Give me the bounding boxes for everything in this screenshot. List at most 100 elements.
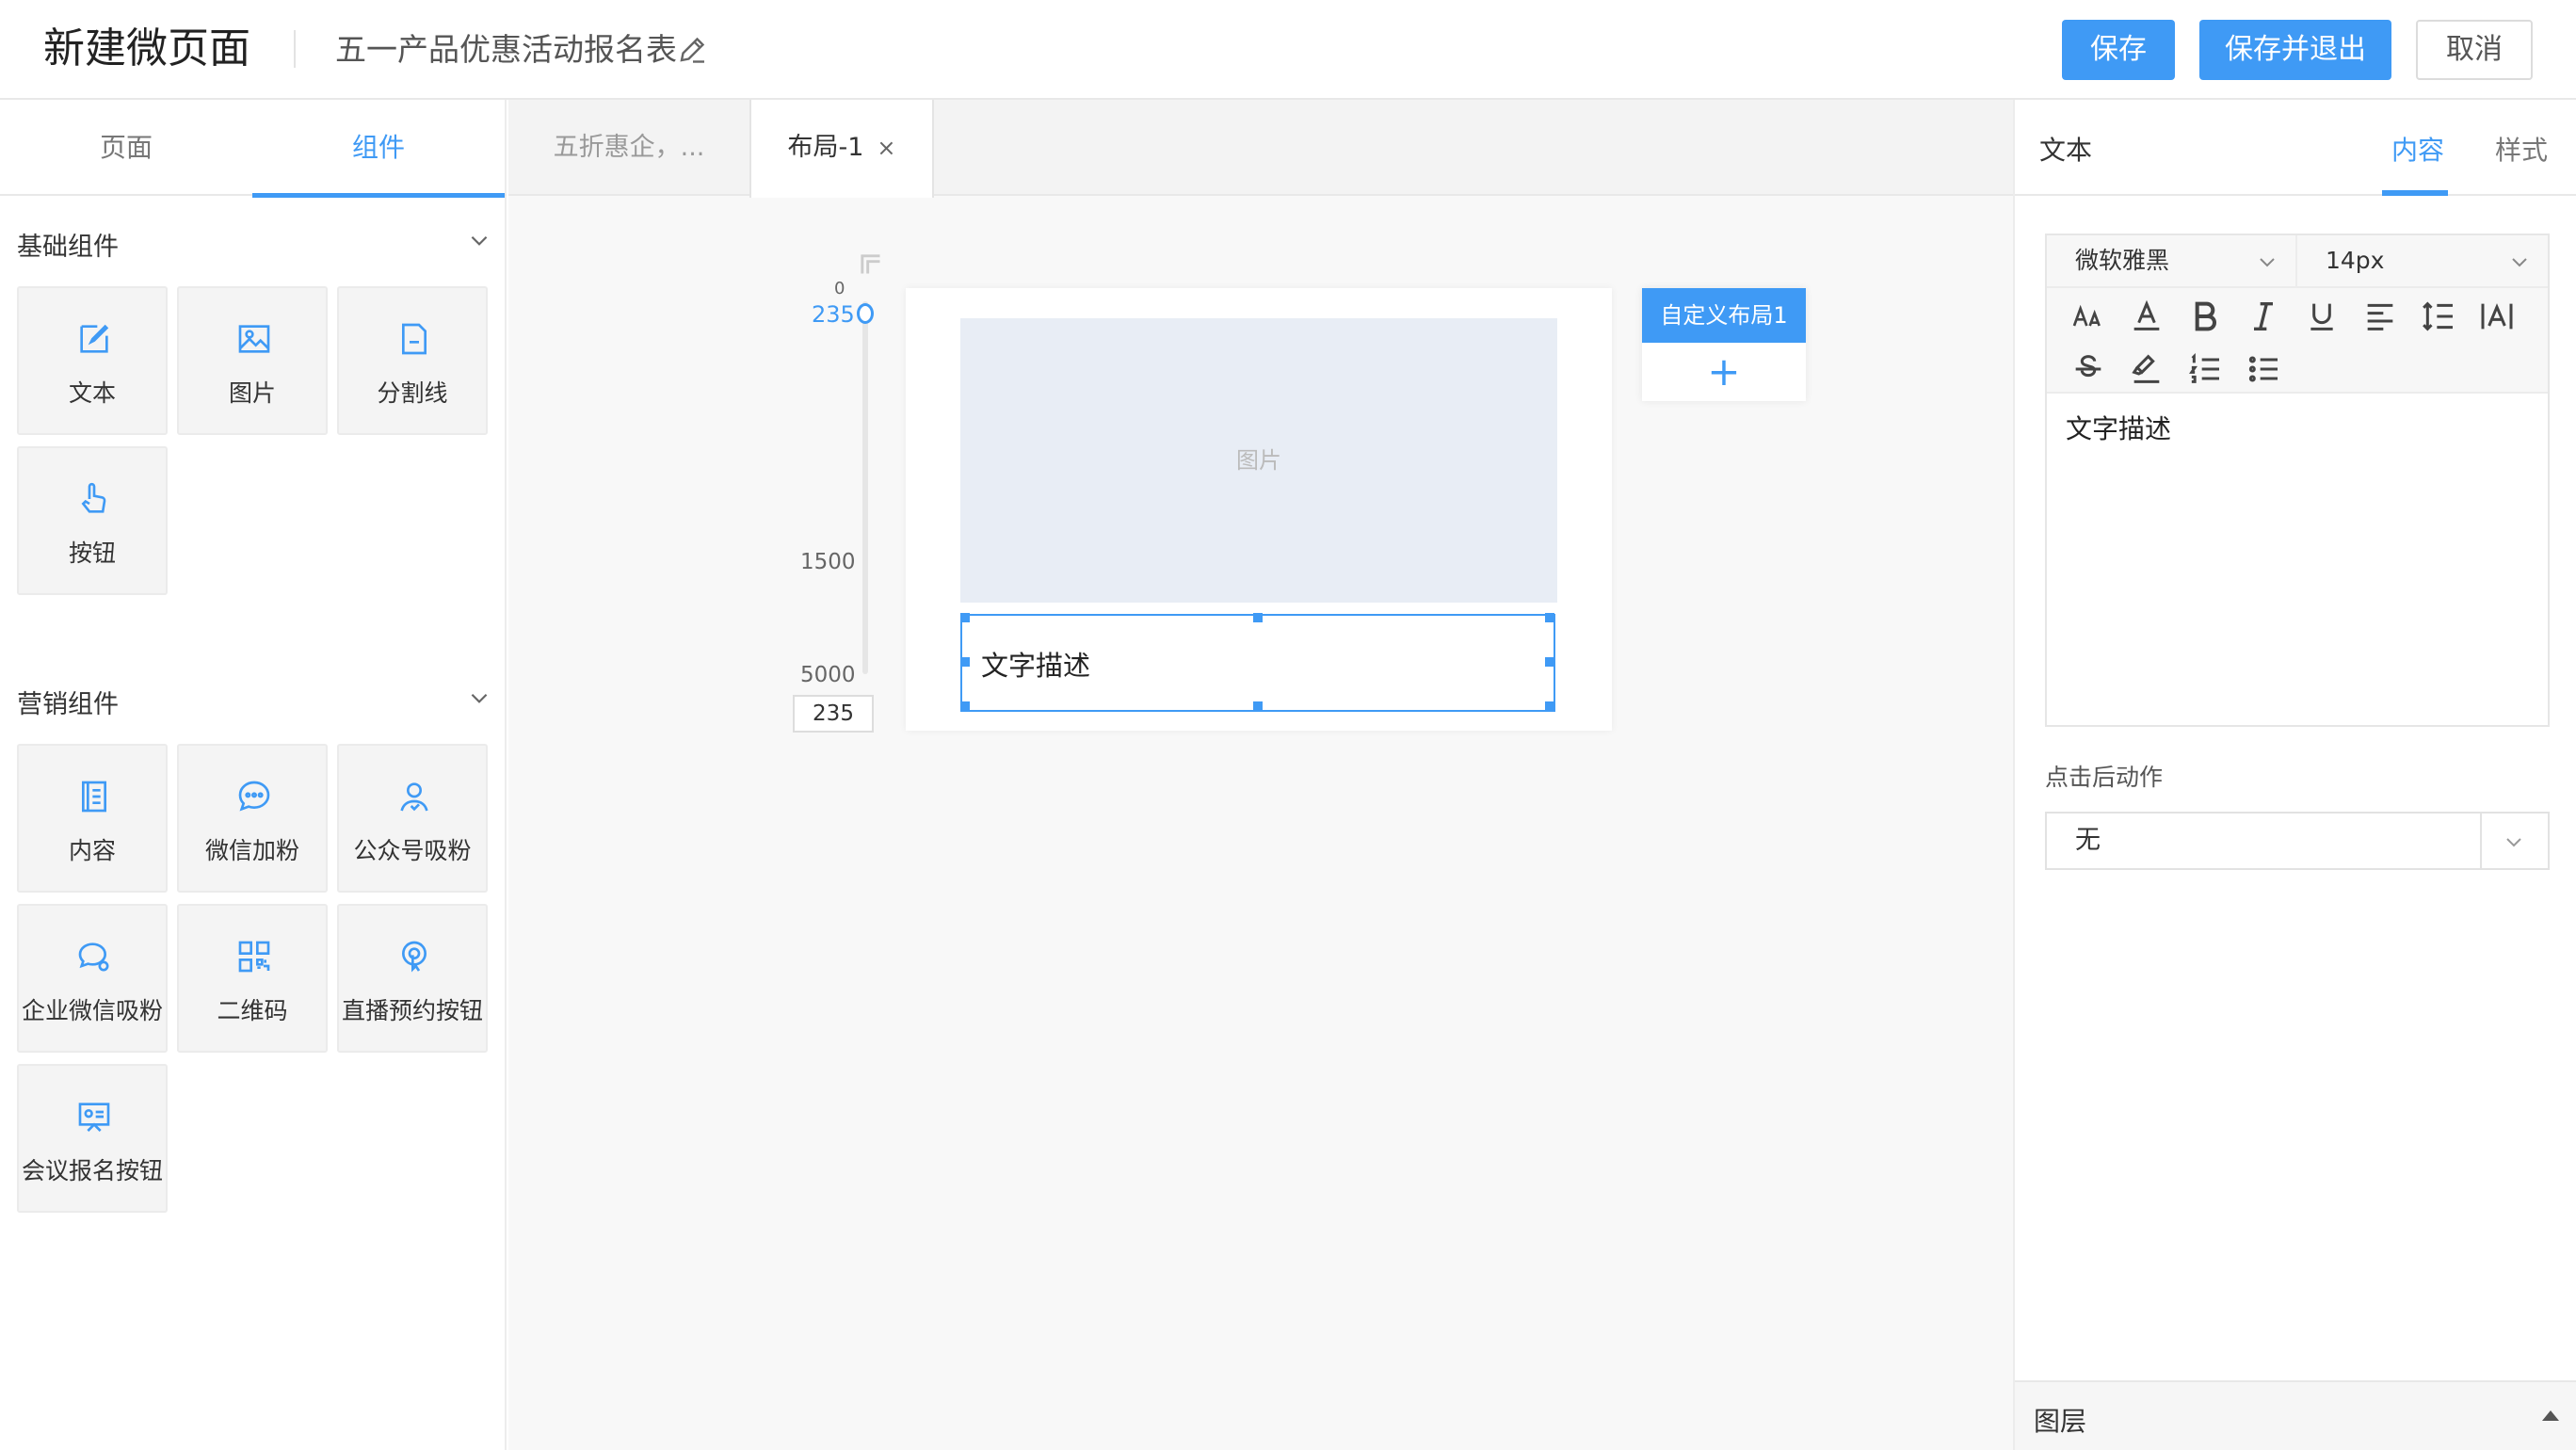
component-official-account-fans[interactable]: 公众号吸粉: [337, 744, 488, 893]
property-header: 文本 内容 样式: [2015, 100, 2576, 196]
chevron-down-icon[interactable]: [467, 685, 491, 710]
top-header: 新建微页面 五一产品优惠活动报名表 保存 保存并退出 取消: [0, 0, 2576, 100]
height-input[interactable]: 235: [793, 695, 874, 733]
user-follow-icon: [400, 782, 428, 812]
header-divider: [294, 30, 296, 68]
slider-tick-max: 5000: [800, 663, 856, 687]
document-title: 五一产品优惠活动报名表: [335, 31, 677, 68]
bold-icon[interactable]: [2186, 298, 2224, 335]
ordered-list-icon[interactable]: [2186, 350, 2224, 388]
image-placeholder[interactable]: 图片: [960, 318, 1557, 603]
tab-page[interactable]: 页面: [0, 100, 252, 196]
component-wechat-fans[interactable]: 微信加粉: [177, 744, 328, 893]
custom-layout-label[interactable]: 自定义布局1: [1642, 288, 1806, 343]
font-family-select[interactable]: 微软雅黑: [2047, 235, 2297, 288]
underline-icon[interactable]: [2303, 298, 2341, 335]
component-image[interactable]: 图片: [177, 286, 328, 435]
tab-style[interactable]: 样式: [2495, 130, 2548, 168]
component-panel: 页面 组件 基础组件 文本 图片 分割线 按钮 营销组件 内容 微信加粉 公众号…: [0, 100, 507, 1450]
format-toolbar: [2047, 288, 2548, 394]
save-button[interactable]: 保存: [2062, 20, 2175, 80]
height-slider-track[interactable]: [862, 301, 868, 674]
image-icon: [238, 325, 270, 353]
component-label: 图片: [228, 379, 276, 407]
font-size-select[interactable]: 14px: [2297, 235, 2548, 288]
component-enterprise-wechat-fans[interactable]: 企业微信吸粉: [17, 904, 168, 1053]
resize-handle[interactable]: [960, 701, 970, 711]
edit-icon: [80, 324, 109, 353]
component-label: 直播预约按钮: [341, 997, 483, 1024]
click-action-select[interactable]: 无: [2045, 812, 2550, 870]
component-label: 内容: [68, 837, 116, 864]
component-live-booking-button[interactable]: 直播预约按钮: [337, 904, 488, 1053]
slider-tick-mid: 1500: [800, 550, 856, 574]
caret-up-icon: [2542, 1410, 2559, 1421]
tab-layout-1[interactable]: 布局-1 ×: [749, 100, 934, 198]
align-left-icon[interactable]: [2361, 298, 2399, 335]
resize-handle[interactable]: [1545, 701, 1554, 711]
section-basic-title: 基础组件: [17, 233, 119, 262]
letter-spacing-icon[interactable]: [2478, 298, 2516, 335]
resize-handle[interactable]: [1545, 657, 1554, 667]
highlight-icon[interactable]: [2128, 350, 2165, 388]
custom-layout-panel: 自定义布局1 +: [1642, 288, 1806, 401]
save-exit-button[interactable]: 保存并退出: [2199, 20, 2391, 80]
meeting-board-icon: [78, 1103, 110, 1132]
resize-handle[interactable]: [960, 657, 970, 667]
resize-handle[interactable]: [960, 613, 970, 622]
chevron-down-icon[interactable]: [467, 228, 491, 252]
cancel-button[interactable]: 取消: [2416, 20, 2533, 80]
tab-content[interactable]: 内容: [2391, 130, 2444, 168]
component-qrcode[interactable]: 二维码: [177, 904, 328, 1053]
strikethrough-icon[interactable]: [2069, 350, 2107, 388]
font-color-icon[interactable]: [2128, 298, 2165, 335]
editor-content[interactable]: 文字描述: [2066, 409, 2171, 446]
component-label: 分割线: [377, 379, 448, 407]
qrcode-icon: [238, 941, 270, 973]
unordered-list-icon[interactable]: [2245, 350, 2282, 388]
component-label: 公众号吸粉: [353, 837, 472, 864]
page-title: 新建微页面: [43, 24, 250, 72]
text-block-content: 文字描述: [981, 650, 1091, 682]
chevron-down-icon: [2512, 258, 2527, 267]
click-action-label: 点击后动作: [2045, 764, 2164, 791]
slider-tick-min: 0: [834, 279, 845, 298]
component-button[interactable]: 按钮: [17, 446, 168, 595]
edit-title-icon[interactable]: [676, 32, 710, 66]
component-content[interactable]: 内容: [17, 744, 168, 893]
rich-text-editor: 微软雅黑 14px 文字描述: [2045, 234, 2550, 727]
tab-components[interactable]: 组件: [252, 100, 505, 198]
wechat-chat-icon: [238, 781, 270, 812]
selected-text-block[interactable]: 文字描述: [960, 614, 1555, 712]
resize-handle[interactable]: [1545, 613, 1554, 622]
font-size-icon[interactable]: [2069, 298, 2107, 335]
divider-file-icon: [402, 323, 427, 355]
left-tabs: 页面 组件: [0, 100, 507, 198]
slider-current-value: 235: [812, 301, 855, 328]
resize-handle[interactable]: [1253, 701, 1263, 711]
click-action-value: 无: [2075, 826, 2101, 855]
property-panel: 文本 内容 样式 微软雅黑 14px 文字描述 点击后动作 无 图层: [2013, 100, 2576, 1450]
corner-anchor-icon[interactable]: [857, 250, 883, 277]
component-label: 文本: [68, 379, 116, 407]
layers-panel-toggle[interactable]: 图层: [2015, 1380, 2576, 1450]
active-tab-underline: [2382, 190, 2448, 196]
resize-handle[interactable]: [1253, 613, 1263, 622]
chevron-down-icon: [2260, 258, 2275, 267]
tab-page-preview[interactable]: 五折惠企，...: [508, 100, 749, 196]
close-icon[interactable]: ×: [877, 135, 895, 161]
italic-icon[interactable]: [2245, 298, 2282, 335]
font-size-value: 14px: [2326, 247, 2385, 274]
tab-label: 布局-1: [787, 133, 864, 162]
height-slider-handle[interactable]: [857, 303, 874, 324]
pointer-hand-icon: [81, 482, 106, 513]
layers-label: 图层: [2034, 1406, 2087, 1437]
property-title: 文本: [2039, 135, 2093, 166]
add-layout-button[interactable]: +: [1642, 343, 1806, 401]
component-text[interactable]: 文本: [17, 286, 168, 435]
font-family-value: 微软雅黑: [2075, 247, 2170, 274]
line-height-icon[interactable]: [2420, 298, 2457, 335]
component-meeting-signup-button[interactable]: 会议报名按钮: [17, 1064, 168, 1213]
component-divider[interactable]: 分割线: [337, 286, 488, 435]
section-marketing-title: 营销组件: [17, 690, 119, 719]
